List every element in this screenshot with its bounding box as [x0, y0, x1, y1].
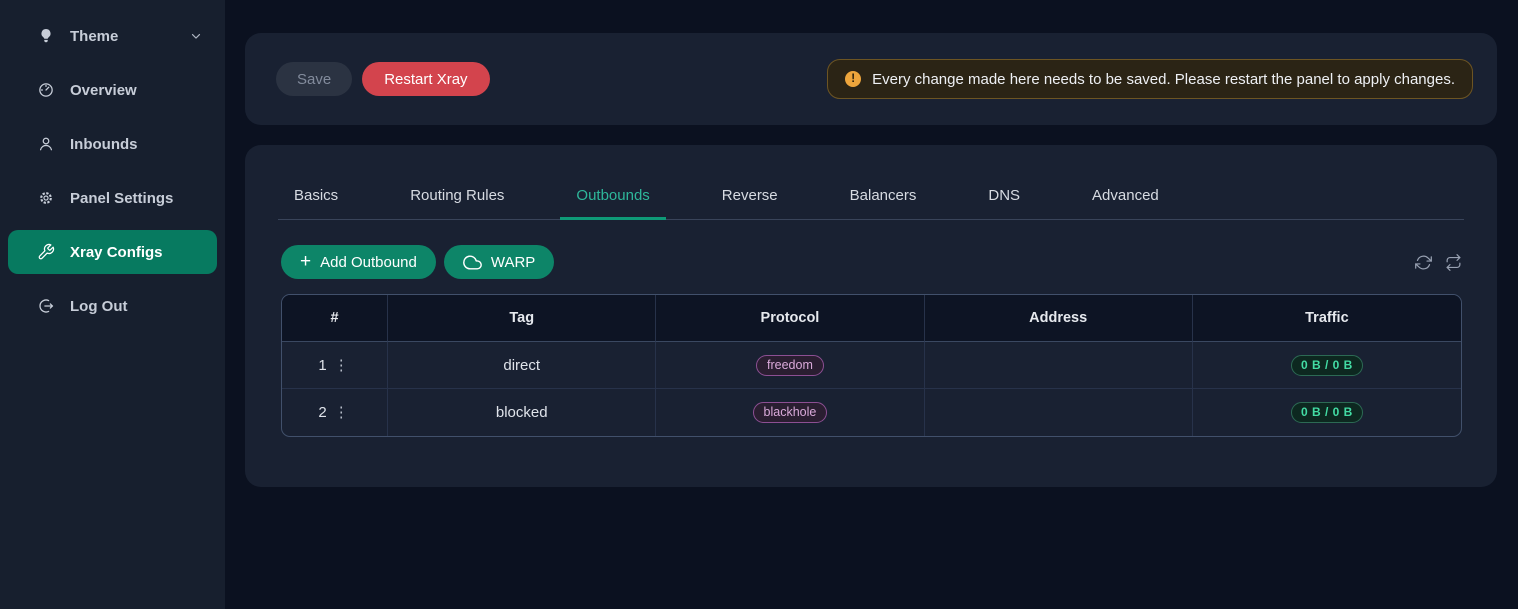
tab-dns[interactable]: DNS: [972, 172, 1036, 219]
sidebar-item-label: Xray Configs: [70, 244, 163, 261]
refresh-icon[interactable]: [1415, 254, 1432, 271]
cell-protocol: freedom: [656, 342, 924, 389]
traffic-badge: 0 B / 0 B: [1291, 355, 1363, 376]
plus-icon: +: [300, 252, 311, 271]
sidebar-item-log-out[interactable]: Log Out: [8, 284, 217, 328]
sidebar-item-theme[interactable]: Theme: [8, 14, 217, 58]
cell-address: [925, 342, 1193, 389]
sidebar-item-label: Log Out: [70, 298, 127, 315]
cell-tag: direct: [388, 342, 656, 389]
save-button[interactable]: Save: [276, 62, 352, 96]
tab-balancers[interactable]: Balancers: [834, 172, 933, 219]
gear-icon: [37, 189, 55, 207]
tab-reverse[interactable]: Reverse: [706, 172, 794, 219]
kebab-icon[interactable]: ⋮: [332, 358, 351, 373]
column-header-address: Address: [925, 295, 1193, 342]
cell-index: 2 ⋮: [282, 389, 388, 436]
sidebar-item-label: Panel Settings: [70, 190, 173, 207]
warp-label: WARP: [491, 254, 535, 271]
sidebar-item-panel-settings[interactable]: Panel Settings: [8, 176, 217, 220]
dashboard-icon: [37, 81, 55, 99]
cell-protocol: blackhole: [656, 389, 924, 436]
unsaved-changes-alert: ! Every change made here needs to be sav…: [827, 59, 1473, 99]
sidebar-item-label: Overview: [70, 82, 137, 99]
repeat-icon[interactable]: [1445, 254, 1462, 271]
protocol-badge: blackhole: [753, 402, 828, 423]
bulb-icon: [37, 27, 55, 45]
row-number: 1: [318, 357, 326, 374]
logout-icon: [37, 297, 55, 315]
row-number: 2: [318, 404, 326, 421]
wrench-icon: [37, 243, 55, 261]
cell-index: 1 ⋮: [282, 342, 388, 389]
main-content: Save Restart Xray ! Every change made he…: [225, 0, 1518, 487]
outbounds-table: # Tag Protocol Address Traffic 1 ⋮: [281, 294, 1462, 437]
tab-outbounds[interactable]: Outbounds: [560, 172, 665, 219]
table-header-row: # Tag Protocol Address Traffic: [282, 295, 1461, 342]
table-tools: [1415, 254, 1462, 271]
config-tabs: Basics Routing Rules Outbounds Reverse B…: [278, 145, 1464, 220]
chevron-down-icon: [189, 29, 203, 43]
outbounds-actions: + Add Outbound WARP: [281, 245, 1462, 279]
user-icon: [37, 135, 55, 153]
cell-tag: blocked: [388, 389, 656, 436]
cell-traffic: 0 B / 0 B: [1193, 389, 1461, 436]
cell-address: [925, 389, 1193, 436]
kebab-icon[interactable]: ⋮: [332, 405, 351, 420]
sidebar-item-label: Inbounds: [70, 136, 138, 153]
warp-button[interactable]: WARP: [444, 245, 554, 279]
sidebar-item-overview[interactable]: Overview: [8, 68, 217, 112]
sidebar-item-inbounds[interactable]: Inbounds: [8, 122, 217, 166]
table-row: 1 ⋮ direct freedom 0 B / 0 B: [282, 342, 1461, 389]
warning-icon: !: [845, 71, 861, 87]
xray-config-card: Basics Routing Rules Outbounds Reverse B…: [245, 145, 1497, 487]
cloud-icon: [463, 253, 482, 272]
add-outbound-label: Add Outbound: [320, 254, 417, 271]
sidebar: Theme Overview Inbounds Panel Settings X…: [0, 0, 225, 609]
tab-basics[interactable]: Basics: [278, 172, 354, 219]
cell-traffic: 0 B / 0 B: [1193, 342, 1461, 389]
column-header-traffic: Traffic: [1193, 295, 1461, 342]
alert-text: Every change made here needs to be saved…: [872, 71, 1455, 88]
column-header-protocol: Protocol: [656, 295, 924, 342]
traffic-badge: 0 B / 0 B: [1291, 402, 1363, 423]
sidebar-item-xray-configs[interactable]: Xray Configs: [8, 230, 217, 274]
table-row: 2 ⋮ blocked blackhole 0 B / 0 B: [282, 389, 1461, 436]
tab-advanced[interactable]: Advanced: [1076, 172, 1175, 219]
column-header-index: #: [282, 295, 388, 342]
tab-routing-rules[interactable]: Routing Rules: [394, 172, 520, 219]
sidebar-item-label: Theme: [70, 28, 118, 45]
add-outbound-button[interactable]: + Add Outbound: [281, 245, 436, 279]
column-header-tag: Tag: [388, 295, 656, 342]
restart-xray-button[interactable]: Restart Xray: [362, 62, 489, 96]
protocol-badge: freedom: [756, 355, 824, 376]
toolbar-card: Save Restart Xray ! Every change made he…: [245, 33, 1497, 125]
